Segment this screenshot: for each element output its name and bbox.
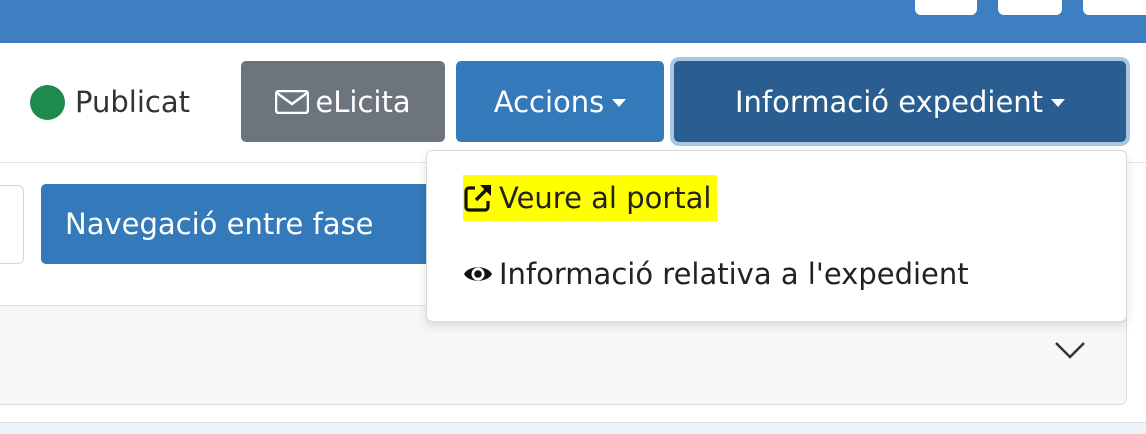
navbar-button[interactable] xyxy=(998,0,1062,15)
elicita-button[interactable]: eLicita xyxy=(241,61,445,142)
navbar-button[interactable] xyxy=(915,0,977,15)
left-button-edge[interactable] xyxy=(0,185,24,264)
status-badge: Publicat xyxy=(30,82,190,122)
informacio-expedient-dropdown-menu: Veure al portal Informació relativa a l'… xyxy=(426,150,1127,322)
navegacio-fases-label: Navegació entre fase xyxy=(65,207,374,241)
top-navbar xyxy=(0,0,1146,43)
next-panel-edge xyxy=(0,422,1146,434)
caret-down-icon xyxy=(1051,99,1066,107)
caret-down-icon xyxy=(612,99,627,107)
accions-label: Accions xyxy=(493,84,605,119)
navbar-button[interactable] xyxy=(1083,0,1146,15)
envelope-icon xyxy=(275,89,310,114)
accions-dropdown-button[interactable]: Accions xyxy=(456,61,664,142)
menu-item-informacio-relativa[interactable]: Informació relativa a l'expedient xyxy=(463,251,969,297)
chevron-down-icon[interactable] xyxy=(1054,340,1086,360)
status-label: Publicat xyxy=(75,85,190,119)
menu-item-veure-al-portal[interactable]: Veure al portal xyxy=(463,175,718,221)
eye-icon xyxy=(464,267,492,281)
status-dot-icon xyxy=(30,84,65,120)
navegacio-fases-button[interactable]: Navegació entre fase xyxy=(41,184,461,264)
page: Publicat eLicita Accions Informació expe… xyxy=(0,0,1146,434)
external-link-icon xyxy=(464,184,492,212)
menu-item-label: Veure al portal xyxy=(499,181,712,215)
informacio-expedient-dropdown-button[interactable]: Informació expedient xyxy=(674,61,1126,142)
informacio-expedient-label: Informació expedient xyxy=(734,84,1044,119)
elicita-label: eLicita xyxy=(315,84,411,119)
menu-item-label: Informació relativa a l'expedient xyxy=(499,257,969,291)
